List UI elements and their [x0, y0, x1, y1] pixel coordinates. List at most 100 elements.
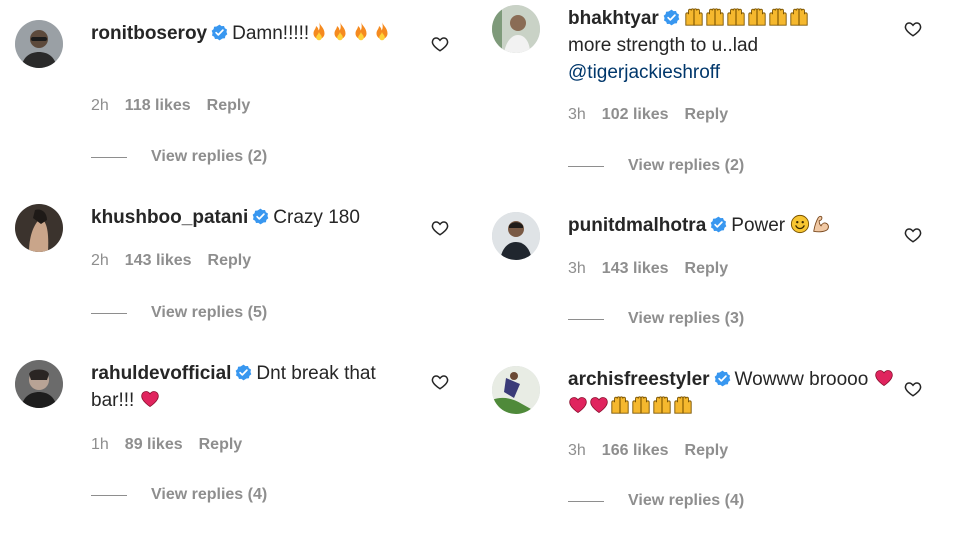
comment-text: ronitboseroy Damn!!!!!	[91, 20, 421, 47]
timestamp[interactable]: 2h	[91, 97, 109, 114]
comment-text: archisfreestyler Wowww broooo	[568, 366, 898, 420]
comment-meta: 3h 102 likes Reply	[568, 106, 744, 124]
comment-message: Crazy 180	[273, 207, 360, 228]
raising-hands-emoji-icon	[705, 6, 725, 28]
view-replies-button[interactable]: View replies (3)	[568, 310, 744, 328]
red-heart-emoji-icon	[140, 388, 160, 410]
reply-button[interactable]: Reply	[207, 97, 251, 114]
avatar[interactable]	[492, 5, 540, 53]
like-heart-icon[interactable]	[431, 219, 449, 237]
raising-hands-emoji-icon	[747, 6, 767, 28]
avatar[interactable]	[15, 360, 63, 408]
like-heart-icon[interactable]	[904, 380, 922, 398]
like-heart-icon[interactable]	[431, 373, 449, 391]
verified-badge-icon	[252, 208, 269, 225]
red-heart-emoji-icon	[589, 394, 609, 416]
likes-count[interactable]: 89 likes	[125, 436, 183, 453]
divider	[568, 500, 604, 502]
raising-hands-emoji-icon	[610, 394, 630, 416]
divider	[568, 165, 604, 167]
raising-hands-emoji-icon	[652, 394, 672, 416]
username[interactable]: archisfreestyler	[568, 369, 710, 390]
view-replies-button[interactable]: View replies (4)	[91, 486, 267, 504]
flexed-biceps-emoji-icon	[811, 213, 831, 235]
raising-hands-emoji-icon	[631, 394, 651, 416]
raising-hands-emoji-icon	[768, 6, 788, 28]
view-replies-button[interactable]: View replies (4)	[568, 492, 744, 510]
username[interactable]: khushboo_patani	[91, 207, 248, 228]
comment-item: rahuldevofficial Dnt break that bar!!! 1h…	[15, 360, 465, 530]
username[interactable]: ronitboseroy	[91, 23, 207, 44]
mention-link[interactable]: @tigerjackieshroff	[568, 62, 720, 83]
view-replies-label: View replies (4)	[151, 486, 268, 503]
raising-hands-emoji-icon	[789, 6, 809, 28]
comment-meta: 1h 89 likes Reply	[91, 436, 258, 454]
comment-meta: 2h 118 likes Reply	[91, 97, 266, 115]
raising-hands-emoji-icon	[673, 394, 693, 416]
comment-message: Power	[731, 215, 786, 236]
view-replies-label: View replies (2)	[151, 148, 268, 165]
fire-emoji-icon	[330, 21, 350, 43]
like-heart-icon[interactable]	[904, 226, 922, 244]
likes-count[interactable]: 118 likes	[125, 97, 191, 114]
comment-item: ronitboseroy Damn!!!!! 2h 118 likes Reply V…	[15, 20, 465, 190]
reply-button[interactable]: Reply	[208, 252, 252, 269]
divider	[568, 318, 604, 320]
avatar[interactable]	[15, 20, 63, 68]
like-heart-icon[interactable]	[431, 35, 449, 53]
username[interactable]: bhakhtyar	[568, 8, 659, 29]
comment-text: punitdmalhotra Power	[568, 212, 898, 239]
verified-badge-icon	[211, 24, 228, 41]
view-replies-label: View replies (3)	[628, 310, 745, 327]
reply-button[interactable]: Reply	[685, 106, 729, 123]
view-replies-label: View replies (5)	[151, 304, 268, 321]
comment-meta: 2h 143 likes Reply	[91, 252, 267, 270]
likes-count[interactable]: 143 likes	[602, 260, 669, 277]
comment-item: punitdmalhotra Power 3h 143 likes Reply Vie…	[492, 212, 942, 382]
username[interactable]: punitdmalhotra	[568, 215, 706, 236]
smiley-emoji-icon	[790, 213, 810, 235]
comment-item: bhakhtyar more strength to u..lad @tigerja…	[492, 5, 942, 175]
raising-hands-emoji-icon	[684, 6, 704, 28]
fire-emoji-icon	[372, 21, 392, 43]
timestamp[interactable]: 1h	[91, 436, 109, 453]
comment-text: rahuldevofficial Dnt break that bar!!!	[91, 360, 421, 414]
view-replies-button[interactable]: View replies (2)	[568, 157, 744, 175]
verified-badge-icon	[714, 370, 731, 387]
reply-button[interactable]: Reply	[685, 442, 729, 459]
comment-meta: 3h 143 likes Reply	[568, 260, 744, 278]
reply-button[interactable]: Reply	[199, 436, 243, 453]
red-heart-emoji-icon	[568, 394, 588, 416]
comment-item: khushboo_patani Crazy 180 2h 143 likes Repl…	[15, 204, 465, 374]
avatar[interactable]	[15, 204, 63, 252]
view-replies-button[interactable]: View replies (2)	[91, 148, 267, 166]
view-replies-label: View replies (2)	[628, 157, 745, 174]
red-heart-emoji-icon	[874, 367, 894, 389]
raising-hands-emoji-icon	[726, 6, 746, 28]
likes-count[interactable]: 143 likes	[125, 252, 192, 269]
comment-message: more strength to u..lad	[568, 35, 759, 56]
username[interactable]: rahuldevofficial	[91, 363, 231, 384]
avatar[interactable]	[492, 366, 540, 414]
comment-item: archisfreestyler Wowww broooo 3h 166 likes…	[492, 366, 942, 536]
divider	[91, 494, 127, 496]
avatar[interactable]	[492, 212, 540, 260]
timestamp[interactable]: 2h	[91, 252, 109, 269]
comment-text: bhakhtyar more strength to u..lad @tigerja…	[568, 5, 898, 86]
timestamp[interactable]: 3h	[568, 260, 586, 277]
fire-emoji-icon	[309, 21, 329, 43]
likes-count[interactable]: 166 likes	[602, 442, 669, 459]
comment-text: khushboo_patani Crazy 180	[91, 204, 421, 231]
like-heart-icon[interactable]	[904, 20, 922, 38]
verified-badge-icon	[235, 364, 252, 381]
comment-meta: 3h 166 likes Reply	[568, 442, 744, 460]
verified-badge-icon	[663, 9, 680, 26]
comment-message: Damn!!!!!	[232, 23, 310, 44]
timestamp[interactable]: 3h	[568, 106, 586, 123]
fire-emoji-icon	[351, 21, 371, 43]
comment-message: Wowww broooo	[734, 369, 869, 390]
view-replies-button[interactable]: View replies (5)	[91, 304, 267, 322]
reply-button[interactable]: Reply	[685, 260, 729, 277]
timestamp[interactable]: 3h	[568, 442, 586, 459]
likes-count[interactable]: 102 likes	[602, 106, 669, 123]
